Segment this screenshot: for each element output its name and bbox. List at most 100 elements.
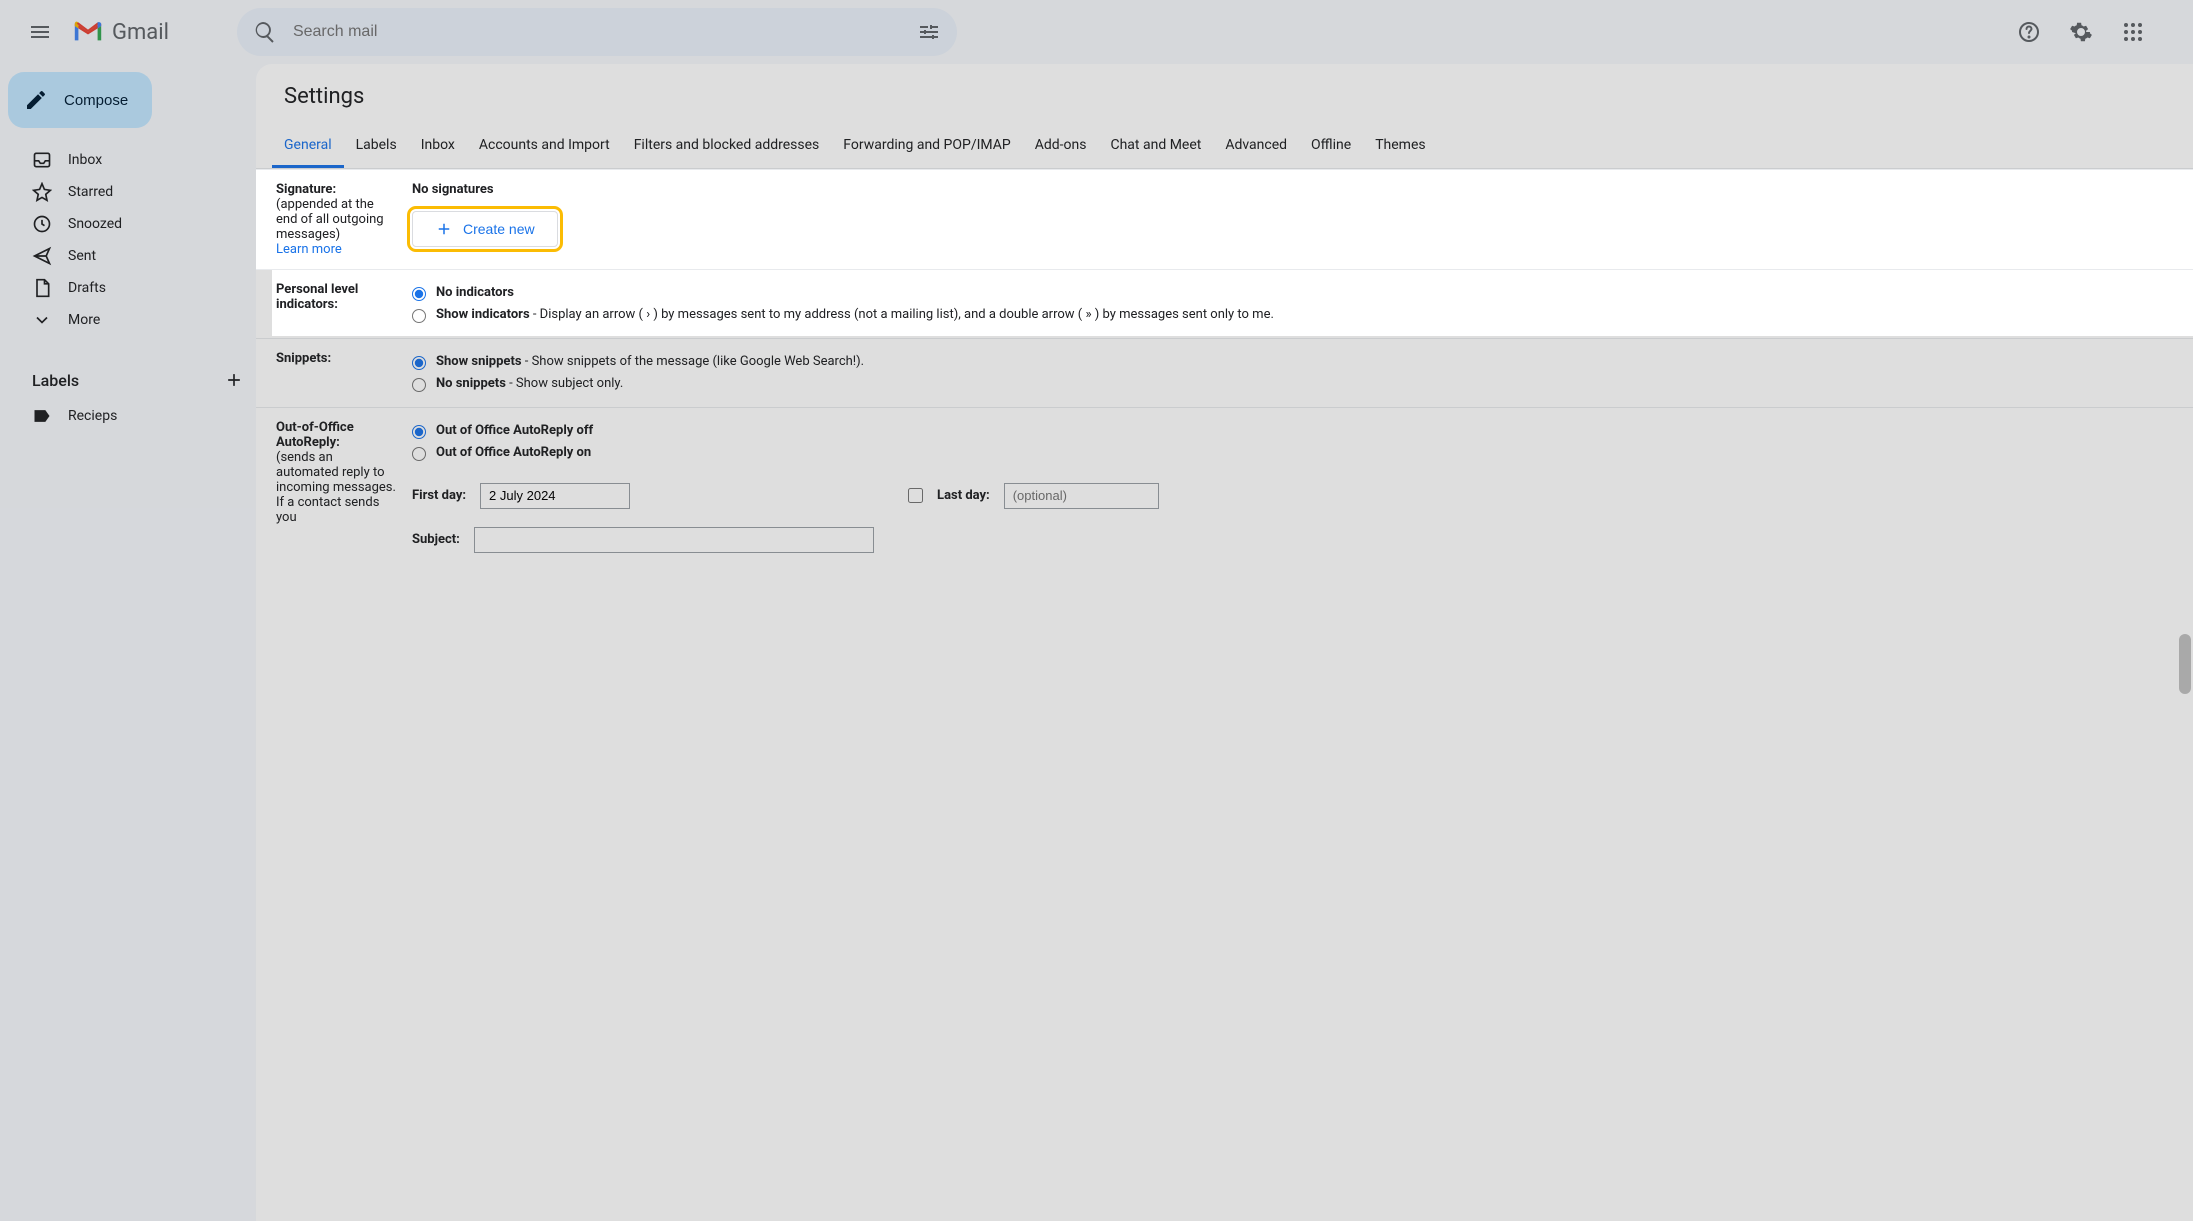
tab-advanced[interactable]: Advanced (1213, 127, 1299, 168)
tab-labels[interactable]: Labels (344, 127, 409, 168)
tab-filters[interactable]: Filters and blocked addresses (622, 127, 832, 168)
ooo-sub: (sends an automated reply to incoming me… (276, 450, 396, 525)
tab-themes[interactable]: Themes (1363, 127, 1437, 168)
create-signature-label: Create new (463, 221, 535, 237)
sidebar-item-label: Starred (68, 184, 113, 200)
tab-accounts[interactable]: Accounts and Import (467, 127, 622, 168)
last-day-input[interactable] (1004, 483, 1159, 509)
hamburger-icon (28, 20, 52, 44)
sidebar-item-sent[interactable]: Sent (8, 240, 256, 272)
ooo-title: Out-of-Office AutoReply: (276, 420, 354, 450)
personal-indicators-label: Personal level indicators: (276, 282, 396, 326)
show-snippets-desc: - Show snippets of the message (like Goo… (522, 354, 865, 369)
no-indicators-label: No indicators (436, 285, 514, 300)
label-item-recieps[interactable]: Recieps (8, 400, 256, 432)
sidebar-item-label: Sent (68, 248, 96, 264)
ooo-on-label: Out of Office AutoReply on (436, 445, 591, 460)
compose-label: Compose (64, 92, 128, 109)
radio-ooo-on[interactable] (412, 447, 426, 461)
first-day-label: First day: (412, 488, 466, 503)
gmail-logo[interactable]: Gmail (72, 20, 169, 45)
tune-icon (917, 20, 941, 44)
tab-general[interactable]: General (272, 127, 344, 168)
radio-ooo-off[interactable] (412, 425, 426, 439)
no-snippets-label: No snippets (436, 376, 506, 391)
star-icon (32, 182, 52, 202)
tab-forwarding[interactable]: Forwarding and POP/IMAP (831, 127, 1022, 168)
section-personal-indicators: Personal level indicators: No indicators… (256, 270, 2193, 339)
labels-header: Labels (8, 360, 256, 400)
radio-no-indicators[interactable] (412, 287, 426, 301)
last-day-checkbox[interactable] (908, 488, 923, 503)
show-snippets-label: Show snippets (436, 354, 522, 369)
section-signature-body: No signatures Create new (412, 182, 2173, 257)
label-icon (32, 406, 52, 426)
page-title: Settings (256, 64, 2193, 127)
signature-learn-more-link[interactable]: Learn more (276, 242, 342, 257)
inbox-icon (32, 150, 52, 170)
product-name: Gmail (112, 20, 169, 45)
google-apps-button[interactable] (2109, 8, 2157, 56)
chevron-down-icon (32, 310, 52, 330)
sidebar-item-drafts[interactable]: Drafts (8, 272, 256, 304)
search-options-button[interactable] (909, 12, 949, 52)
section-signature: Signature: (appended at the end of all o… (256, 169, 2193, 270)
ooo-label: Out-of-Office AutoReply: (sends an autom… (276, 420, 396, 552)
pencil-icon (24, 88, 48, 112)
first-day-input[interactable] (480, 483, 630, 509)
sidebar-item-label: Snoozed (68, 216, 122, 232)
gmail-logo-icon (72, 20, 104, 44)
personal-indicators-title: Personal level indicators: (276, 282, 358, 312)
search-bar[interactable] (237, 8, 957, 56)
create-signature-button[interactable]: Create new (412, 211, 558, 247)
subject-label: Subject: (412, 532, 460, 547)
sidebar-item-more[interactable]: More (8, 304, 256, 336)
tab-inbox[interactable]: Inbox (409, 127, 467, 168)
clock-icon (32, 214, 52, 234)
settings-tabs: General Labels Inbox Accounts and Import… (256, 127, 2193, 169)
signature-status: No signatures (412, 182, 2173, 197)
show-indicators-label: Show indicators (436, 307, 530, 322)
snippets-label: Snippets: (276, 351, 396, 395)
search-input[interactable] (285, 23, 909, 41)
main-menu-button[interactable] (16, 8, 64, 56)
sidebar: Compose Inbox Starred Snoozed Sent Draft… (0, 64, 256, 1221)
sidebar-item-label: More (68, 312, 100, 328)
scrollbar-thumb[interactable] (2179, 634, 2191, 694)
compose-button[interactable]: Compose (8, 72, 152, 128)
support-button[interactable] (2005, 8, 2053, 56)
apps-grid-icon (2121, 20, 2145, 44)
header-actions (2005, 8, 2185, 56)
file-icon (32, 278, 52, 298)
tab-offline[interactable]: Offline (1299, 127, 1363, 168)
gear-icon (2069, 20, 2093, 44)
radio-show-snippets[interactable] (412, 356, 426, 370)
sidebar-item-label: Inbox (68, 152, 102, 168)
sidebar-item-snoozed[interactable]: Snoozed (8, 208, 256, 240)
app-header: Gmail (0, 0, 2193, 64)
add-label-button[interactable] (224, 370, 244, 390)
radio-no-snippets[interactable] (412, 378, 426, 392)
labels-heading: Labels (32, 371, 79, 390)
label-item-label: Recieps (68, 408, 117, 424)
tab-addons[interactable]: Add-ons (1023, 127, 1099, 168)
snippets-title: Snippets: (276, 351, 331, 366)
last-day-label: Last day: (937, 488, 990, 503)
show-indicators-desc: - Display an arrow ( › ) by messages sen… (530, 307, 1274, 322)
sidebar-item-starred[interactable]: Starred (8, 176, 256, 208)
signature-title: Signature: (276, 182, 336, 197)
help-icon (2017, 20, 2041, 44)
send-icon (32, 246, 52, 266)
section-signature-label: Signature: (appended at the end of all o… (276, 182, 396, 257)
search-icon (253, 20, 277, 44)
section-out-of-office: Out-of-Office AutoReply: (sends an autom… (256, 408, 2193, 564)
radio-show-indicators[interactable] (412, 309, 426, 323)
search-button[interactable] (245, 12, 285, 52)
subject-input[interactable] (474, 527, 874, 553)
tab-chat[interactable]: Chat and Meet (1098, 127, 1213, 168)
signature-sub: (appended at the end of all outgoing mes… (276, 197, 384, 242)
sidebar-item-inbox[interactable]: Inbox (8, 144, 256, 176)
settings-button[interactable] (2057, 8, 2105, 56)
no-snippets-desc: - Show subject only. (506, 376, 623, 391)
section-snippets: Snippets: Show snippets - Show snippets … (256, 339, 2193, 408)
